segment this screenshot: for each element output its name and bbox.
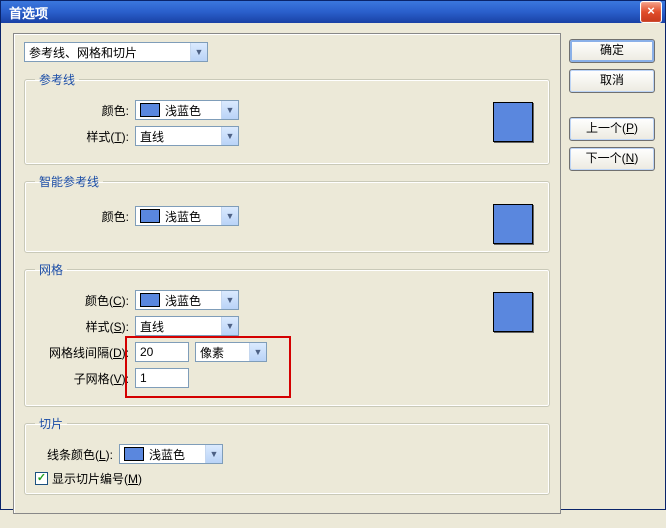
checkbox-icon: ✓ [35,472,48,485]
titlebar: 首选项 × [1,1,665,23]
grid-sub-label: 子网格(V): [35,370,129,387]
chevron-down-icon: ▼ [221,291,238,309]
grid-style-label: 样式(S): [35,318,129,335]
swatch-icon [140,209,160,223]
smart-swatch[interactable] [493,204,533,244]
slices-color-label: 线条颜色(L): [35,446,113,463]
slices-color-select[interactable]: 浅蓝色 ▼ [119,444,223,464]
grid-swatch[interactable] [493,292,533,332]
swatch-icon [124,447,144,461]
smart-color-label: 颜色: [35,208,129,225]
guides-swatch[interactable] [493,102,533,142]
grid-sub-input[interactable]: 1 [135,368,189,388]
smart-color-value: 浅蓝色 [165,208,221,225]
window-title: 首选项 [9,3,48,22]
next-button[interactable]: 下一个(N) [569,147,655,171]
guides-style-value: 直线 [140,128,221,145]
chevron-down-icon: ▼ [221,317,238,335]
guides-color-value: 浅蓝色 [165,102,221,119]
grid-style-select[interactable]: 直线 ▼ [135,316,239,336]
group-slices: 切片 线条颜色(L): 浅蓝色 ▼ ✓ 显示切片编号(M) [24,415,550,495]
chevron-down-icon: ▼ [249,343,266,361]
content-area: 参考线、网格和切片 ▼ 参考线 颜色: 浅蓝色 ▼ 样式(T): [1,23,665,528]
group-grid-legend: 网格 [35,261,67,278]
swatch-icon [140,293,160,307]
group-smart-legend: 智能参考线 [35,173,103,190]
grid-color-value: 浅蓝色 [165,292,221,309]
show-slice-numbers-row[interactable]: ✓ 显示切片编号(M) [35,470,539,487]
group-grid: 网格 颜色(C): 浅蓝色 ▼ 样式(S): 直线 ▼ [24,261,550,407]
grid-spacing-unit-select[interactable]: 像素 ▼ [195,342,267,362]
guides-style-select[interactable]: 直线 ▼ [135,126,239,146]
side-buttons: 确定 取消 上一个(P) 下一个(N) [569,33,655,514]
prev-button[interactable]: 上一个(P) [569,117,655,141]
slices-color-value: 浅蓝色 [149,446,205,463]
group-guides-legend: 参考线 [35,71,79,88]
grid-color-select[interactable]: 浅蓝色 ▼ [135,290,239,310]
category-row: 参考线、网格和切片 ▼ [24,42,550,62]
group-slices-legend: 切片 [35,415,67,432]
ok-button[interactable]: 确定 [569,39,655,63]
swatch-icon [140,103,160,117]
group-guides: 参考线 颜色: 浅蓝色 ▼ 样式(T): 直线 ▼ [24,71,550,165]
grid-style-value: 直线 [140,318,221,335]
chevron-down-icon: ▼ [190,43,207,61]
grid-spacing-input[interactable]: 20 [135,342,189,362]
guides-style-label: 样式(T): [35,128,129,145]
grid-spacing-label: 网格线间隔(D): [35,344,129,361]
grid-spacing-unit-value: 像素 [200,344,249,361]
chevron-down-icon: ▼ [221,127,238,145]
close-button[interactable]: × [640,1,662,23]
chevron-down-icon: ▼ [205,445,222,463]
main-panel: 参考线、网格和切片 ▼ 参考线 颜色: 浅蓝色 ▼ 样式(T): [13,33,561,514]
cancel-button[interactable]: 取消 [569,69,655,93]
group-smart-guides: 智能参考线 颜色: 浅蓝色 ▼ [24,173,550,253]
smart-color-select[interactable]: 浅蓝色 ▼ [135,206,239,226]
chevron-down-icon: ▼ [221,101,238,119]
guides-color-select[interactable]: 浅蓝色 ▼ [135,100,239,120]
grid-color-label: 颜色(C): [35,292,129,309]
category-select[interactable]: 参考线、网格和切片 ▼ [24,42,208,62]
category-select-value: 参考线、网格和切片 [29,44,137,61]
chevron-down-icon: ▼ [221,207,238,225]
show-slice-numbers-label: 显示切片编号(M) [52,470,142,487]
guides-color-label: 颜色: [35,102,129,119]
preferences-window: 首选项 × 参考线、网格和切片 ▼ 参考线 颜色: 浅蓝色 ▼ [0,0,666,510]
